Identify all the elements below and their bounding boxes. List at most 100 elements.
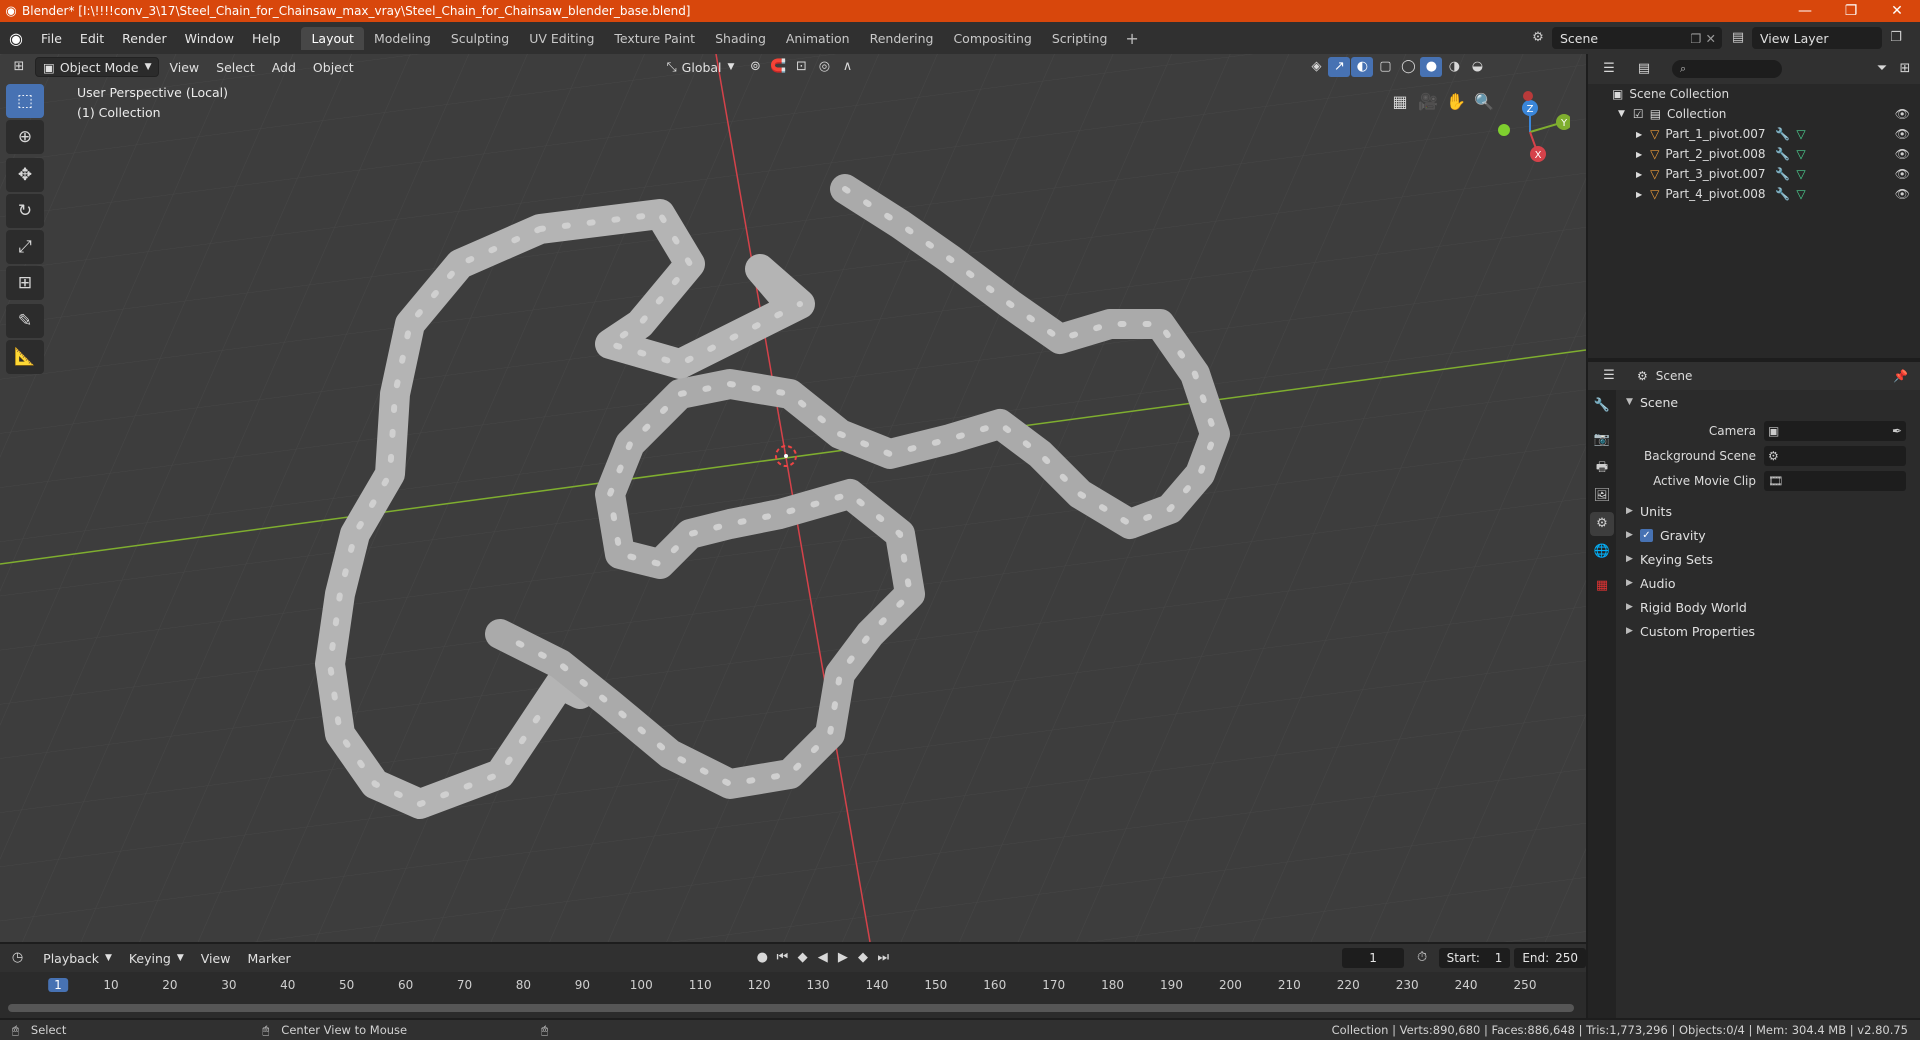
texture-tab-icon[interactable]: ▦ — [1590, 574, 1614, 598]
output-tab-icon[interactable]: 🖶 — [1590, 456, 1614, 480]
editor-type-icon[interactable]: ⊞ — [8, 57, 30, 77]
mode-selector[interactable]: ▣ Object Mode ▼ — [35, 57, 160, 77]
menu-keying[interactable]: Keying ▼ — [122, 948, 191, 968]
menu-help[interactable]: Help — [243, 31, 290, 46]
mesh-data-icon[interactable]: ▽ — [1796, 187, 1805, 201]
material-shading-icon[interactable]: ◑ — [1443, 57, 1465, 77]
tab-shading[interactable]: Shading — [705, 27, 776, 50]
menu-add[interactable]: Add — [265, 57, 303, 77]
timeline-editor-icon[interactable]: ◷ — [8, 948, 27, 968]
camera-view-icon[interactable]: 🎥 — [1414, 88, 1442, 116]
background-scene-field[interactable]: ⚙ — [1764, 445, 1906, 466]
tab-animation[interactable]: Animation — [776, 27, 860, 50]
stopwatch-icon[interactable]: ⏱ — [1412, 948, 1431, 968]
display-mode-icon[interactable]: ▤ — [1633, 59, 1655, 79]
pan-hand-icon[interactable]: ✋ — [1442, 88, 1470, 116]
rigid-body-world-section-header[interactable]: ▶ Rigid Body World — [1616, 595, 1920, 619]
outliner-search-input[interactable]: ⌕ — [1672, 60, 1782, 78]
scene-browse-icon[interactable]: ⚙ — [1526, 27, 1550, 49]
eye-icon[interactable]: 👁 — [1895, 127, 1910, 141]
move-tool-icon[interactable]: ✥ — [6, 158, 44, 192]
overlay-toggle-icon[interactable]: ◐ — [1351, 57, 1374, 77]
maximize-button[interactable]: ❐ — [1828, 3, 1874, 19]
audio-section-header[interactable]: ▶ Audio — [1616, 571, 1920, 595]
axis-gizmo[interactable]: Z Y X — [1488, 88, 1570, 170]
outliner-row-object[interactable]: ▶ ▽ Part_2_pivot.008 🔧 ▽ 👁 — [1588, 144, 1920, 164]
jump-start-icon[interactable]: ⏮ — [773, 948, 792, 968]
solid-shading-icon[interactable]: ● — [1420, 57, 1443, 77]
expand-arrow-icon[interactable]: ▶ — [1636, 170, 1642, 179]
tab-scripting[interactable]: Scripting — [1042, 27, 1118, 50]
cursor-tool-icon[interactable]: ⊕ — [6, 120, 44, 154]
pivot-icon[interactable]: ⊚ — [744, 57, 766, 77]
pin-icon[interactable]: 📌 — [1893, 369, 1908, 383]
tab-layout[interactable]: Layout — [301, 26, 364, 50]
menu-window[interactable]: Window — [176, 31, 243, 46]
menu-marker[interactable]: Marker — [240, 948, 297, 968]
tab-modeling[interactable]: Modeling — [364, 27, 441, 50]
orientation-selector[interactable]: ⤡ Global ▼ — [660, 57, 742, 77]
outliner-row-object[interactable]: ▶ ▽ Part_4_pivot.008 🔧 ▽ 👁 — [1588, 184, 1920, 204]
menu-view-timeline[interactable]: View — [194, 948, 238, 968]
mesh-data-icon[interactable]: ▽ — [1796, 147, 1805, 161]
outliner-editor-icon[interactable]: ☰ — [1598, 59, 1620, 79]
menu-render[interactable]: Render — [113, 31, 176, 46]
expand-arrow-icon[interactable]: ▶ — [1636, 130, 1642, 139]
outliner-row-object[interactable]: ▶ ▽ Part_3_pivot.007 🔧 ▽ 👁 — [1588, 164, 1920, 184]
properties-editor-icon[interactable]: ☰ — [1598, 366, 1620, 386]
world-tab-icon[interactable]: 🌐 — [1590, 540, 1614, 564]
mesh-data-icon[interactable]: ▽ — [1796, 127, 1805, 141]
modifier-icon[interactable]: 🔧 — [1775, 147, 1790, 161]
menu-view[interactable]: View — [162, 57, 206, 77]
jump-end-icon[interactable]: ⏭ — [874, 948, 893, 968]
menu-file[interactable]: File — [32, 31, 71, 46]
scale-tool-icon[interactable]: ⤢ — [6, 230, 44, 264]
measure-tool-icon[interactable]: 📐 — [6, 340, 44, 374]
tab-sculpting[interactable]: Sculpting — [441, 27, 519, 50]
modifier-icon[interactable]: 🔧 — [1775, 187, 1790, 201]
visibility-icon[interactable]: ◈ — [1305, 57, 1327, 77]
modifier-icon[interactable]: 🔧 — [1775, 127, 1790, 141]
gravity-checkbox[interactable]: ✓ — [1640, 528, 1653, 542]
transform-tool-icon[interactable]: ⊞ — [6, 266, 44, 300]
keying-sets-section-header[interactable]: ▶ Keying Sets — [1616, 547, 1920, 571]
menu-playback[interactable]: Playback ▼ — [36, 948, 119, 968]
gizmo-toggle-icon[interactable]: ↗ — [1328, 57, 1351, 77]
scene-tab-icon[interactable]: ⚙ — [1590, 512, 1614, 536]
menu-object[interactable]: Object — [306, 57, 361, 77]
eye-icon[interactable]: 👁 — [1895, 167, 1910, 181]
tab-rendering[interactable]: Rendering — [860, 27, 944, 50]
close-button[interactable]: ✕ — [1874, 3, 1920, 19]
camera-field[interactable]: ▣ ✒ — [1764, 420, 1906, 441]
tab-uv-editing[interactable]: UV Editing — [519, 27, 604, 50]
expand-arrow-icon[interactable]: ▶ — [1636, 150, 1642, 159]
expand-arrow-icon[interactable]: ▼ — [1618, 109, 1625, 119]
filter-icon[interactable]: ⏷ — [1871, 59, 1893, 79]
play-icon[interactable]: ▶ — [833, 948, 852, 968]
neg-x-axis-handle[interactable] — [1523, 91, 1533, 101]
start-frame-field[interactable]: Start: 1 — [1438, 948, 1511, 968]
falloff-icon[interactable]: ∧ — [836, 57, 858, 77]
outliner-row-object[interactable]: ▶ ▽ Part_1_pivot.007 🔧 ▽ 👁 — [1588, 124, 1920, 144]
add-workspace-icon[interactable]: + — [1117, 29, 1146, 48]
neg-y-axis-handle[interactable] — [1498, 124, 1510, 136]
eye-icon[interactable]: 👁 — [1895, 147, 1910, 161]
collection-checkbox[interactable]: ☑ — [1633, 107, 1644, 121]
proportional-edit-icon[interactable]: ◎ — [813, 57, 835, 77]
xray-icon[interactable]: ▢ — [1374, 57, 1396, 77]
menu-select[interactable]: Select — [209, 57, 262, 77]
rotate-tool-icon[interactable]: ↻ — [6, 194, 44, 228]
outliner-row-collection[interactable]: ▼ ☑ ▤ Collection 👁 — [1588, 104, 1920, 124]
mesh-data-icon[interactable]: ▽ — [1796, 167, 1805, 181]
eyedropper-icon[interactable]: ✒ — [1892, 424, 1902, 438]
modifier-icon[interactable]: 🔧 — [1775, 167, 1790, 181]
record-icon[interactable]: ● — [753, 948, 772, 968]
current-frame-field[interactable]: 1 — [1341, 948, 1405, 968]
eye-icon[interactable]: 👁 — [1895, 187, 1910, 201]
scene-section-header[interactable]: ▼ Scene — [1616, 390, 1920, 414]
scene-selector[interactable]: Scene ❐ ✕ — [1552, 27, 1722, 49]
new-collection-icon[interactable]: ⊞ — [1894, 59, 1916, 79]
playhead[interactable]: 1 — [48, 978, 68, 992]
tab-compositing[interactable]: Compositing — [943, 27, 1041, 50]
minimize-button[interactable]: — — [1782, 3, 1828, 19]
